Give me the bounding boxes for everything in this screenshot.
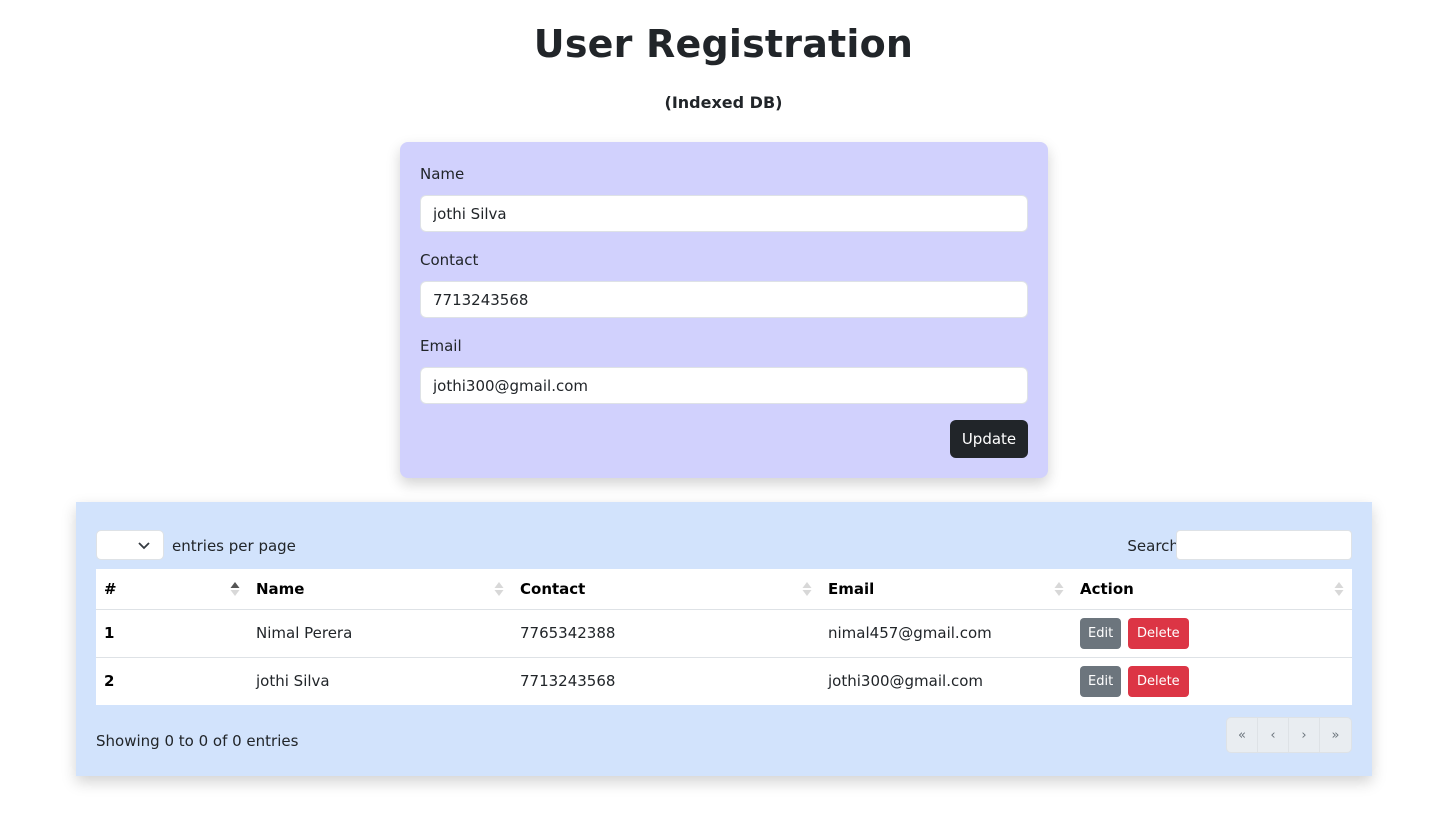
sort-icon [802,582,812,596]
registration-form: Name Contact Email Update [400,142,1048,478]
page-title: User Registration [533,22,914,66]
last-page-button[interactable]: » [1320,718,1351,752]
sort-icon [1334,582,1344,596]
row-contact: 7765342388 [512,609,820,658]
delete-button[interactable]: Delete [1127,665,1189,697]
table-row: 2 jothi Silva 7713243568 jothi300@gmail.… [96,657,1352,705]
row-index: 2 [104,672,115,691]
edit-button[interactable]: Edit [1080,665,1122,697]
sort-icon [494,582,504,596]
table-row: 1 Nimal Perera 7765342388 nimal457@gmail… [96,609,1352,658]
email-input[interactable] [420,367,1028,404]
chevron-down-icon [138,542,150,550]
next-page-button[interactable]: › [1289,718,1320,752]
users-table-panel: entries per page Search: # Name Contact … [76,502,1372,776]
column-header-contact[interactable]: Contact [512,569,820,610]
row-contact: 7713243568 [520,672,616,691]
column-header-email[interactable]: Email [820,569,1072,610]
email-label: Email [420,337,462,355]
row-actions: Edit Delete [1072,609,1352,658]
entries-per-page-label: entries per page [172,537,296,555]
search-input[interactable] [1176,530,1352,560]
update-button[interactable]: Update [950,420,1028,458]
delete-button[interactable]: Delete [1127,617,1189,649]
table-info: Showing 0 to 0 of 0 entries [96,732,299,750]
contact-input[interactable] [420,281,1028,318]
prev-page-button[interactable]: ‹ [1258,718,1289,752]
row-email: jothi300@gmail.com [828,672,983,691]
table-header-row: # Name Contact Email Action [96,569,1352,610]
entries-per-page-select[interactable] [96,530,164,560]
name-input[interactable] [420,195,1028,232]
sort-icon [1054,582,1064,596]
name-label: Name [420,165,465,183]
column-header-action[interactable]: Action [1072,569,1352,610]
pagination: « ‹ › » [1226,717,1352,753]
column-header-name[interactable]: Name [248,569,512,610]
row-name: Nimal Perera [248,609,512,658]
column-header-index[interactable]: # [96,569,248,610]
row-index: 1 [96,609,248,658]
first-page-button[interactable]: « [1227,718,1258,752]
contact-label: Contact [420,251,479,269]
page-subtitle: (Indexed DB) [664,93,783,112]
row-email: nimal457@gmail.com [820,609,1072,658]
row-actions: Edit Delete [1072,657,1352,705]
users-table: # Name Contact Email Action 1 Nimal Pere… [96,569,1352,705]
row-name: jothi Silva [256,672,330,691]
edit-button[interactable]: Edit [1080,617,1122,649]
sort-asc-icon [230,582,240,596]
